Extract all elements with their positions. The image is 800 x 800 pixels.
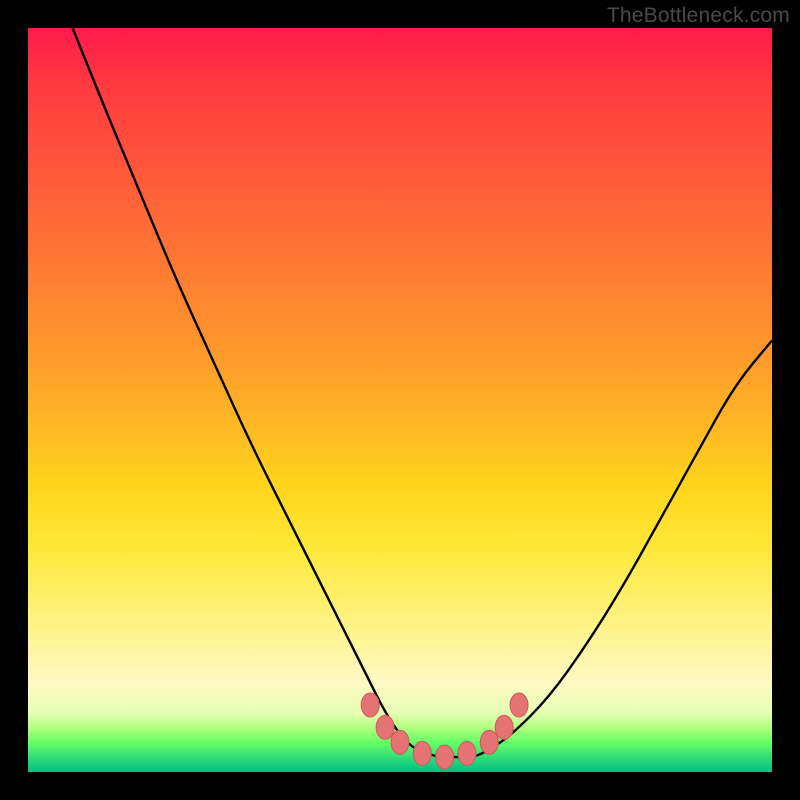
curve-marker — [413, 741, 431, 765]
plot-area — [28, 28, 772, 772]
curve-marker — [458, 741, 476, 765]
chart-frame: TheBottleneck.com — [0, 0, 800, 800]
curve-marker — [495, 715, 513, 739]
curve-marker — [510, 693, 528, 717]
watermark-text: TheBottleneck.com — [607, 4, 790, 28]
curve-marker-group — [361, 693, 528, 769]
bottleneck-curve-path — [73, 28, 772, 757]
curve-marker — [436, 745, 454, 769]
curve-marker — [376, 715, 394, 739]
curve-marker — [361, 693, 379, 717]
curve-marker — [391, 730, 409, 754]
curve-marker — [480, 730, 498, 754]
bottleneck-curve-svg — [28, 28, 772, 772]
